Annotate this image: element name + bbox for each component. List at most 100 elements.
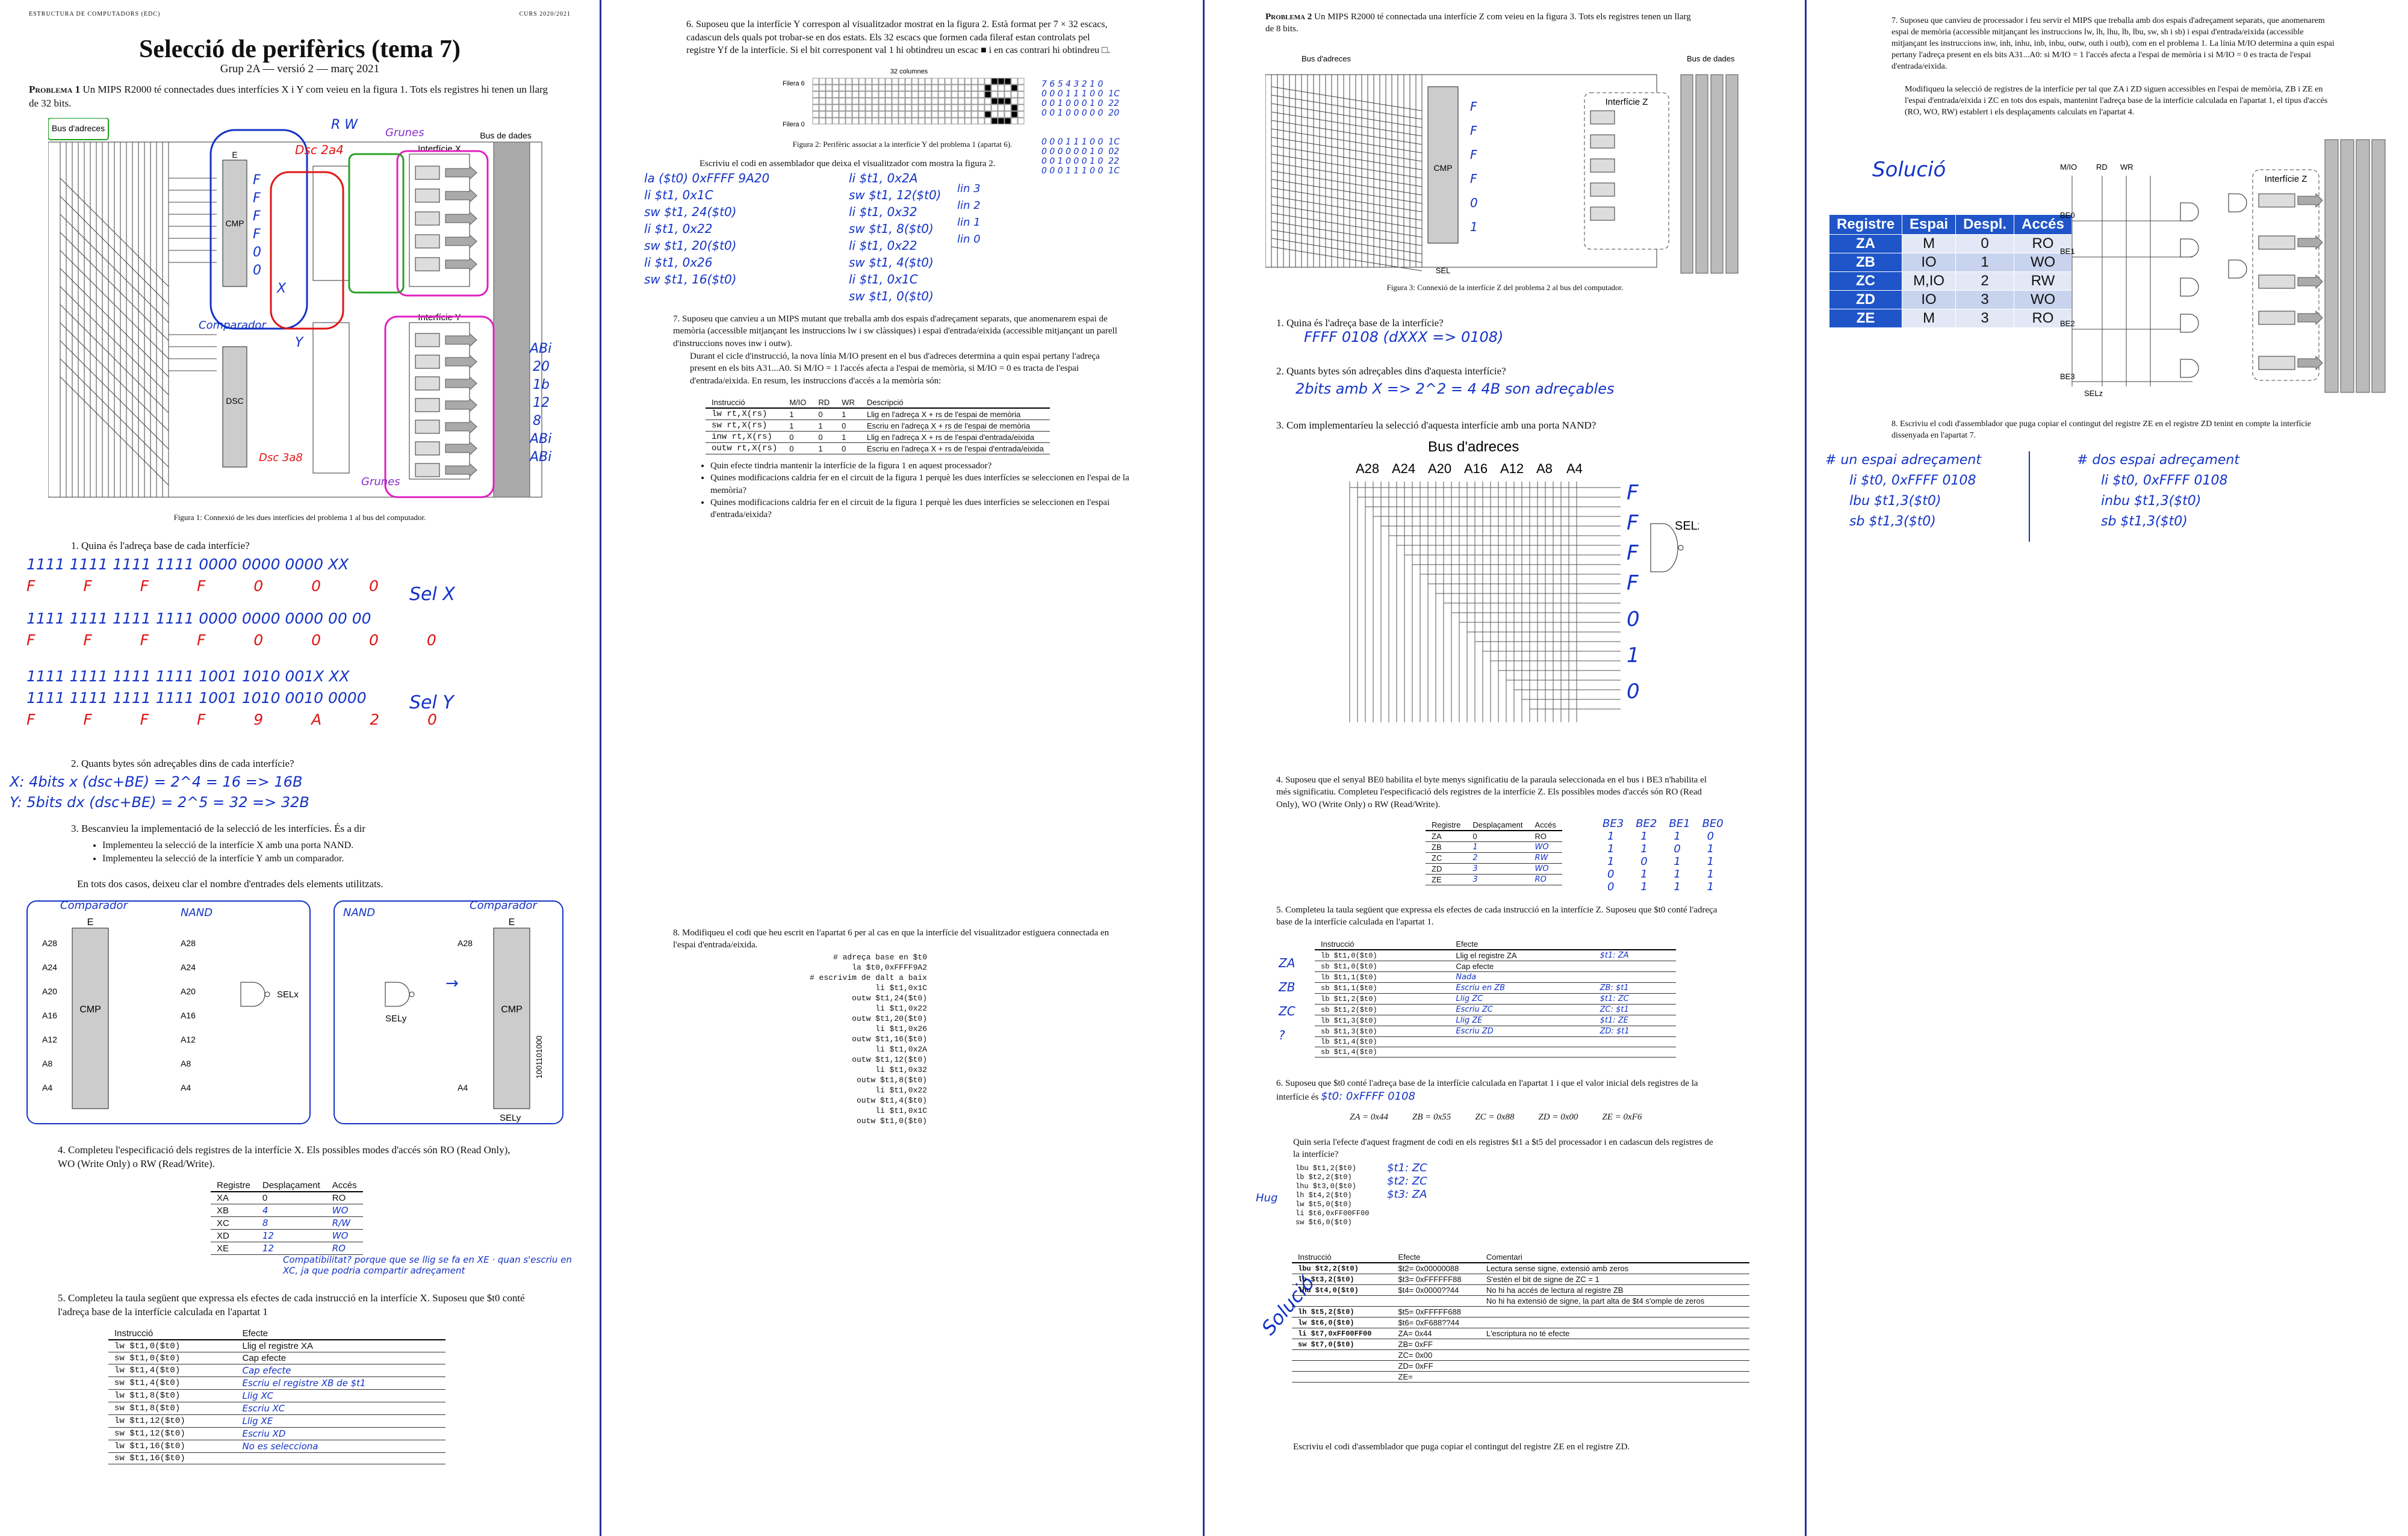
display-cell — [984, 84, 991, 91]
display-cell — [931, 91, 939, 98]
problem-heading: Problema 1 — [29, 84, 81, 95]
display-cell — [832, 117, 839, 125]
display-cell — [978, 98, 985, 105]
table-row: lb $t1,0($t0) Llig el registre ZA $t1: ZA — [1315, 950, 1676, 961]
display-cell — [1017, 98, 1025, 105]
display-cell — [872, 78, 879, 85]
question-8: 8. Modifiqueu el codi que heu escrit en … — [673, 928, 1109, 950]
display-cell — [971, 111, 978, 118]
display-cell — [1011, 98, 1018, 105]
display-cell — [964, 84, 972, 91]
svg-text:A16: A16 — [1464, 461, 1488, 476]
display-cell — [931, 104, 939, 111]
svg-text:BE1: BE1 — [2060, 247, 2075, 256]
display-cell — [1017, 84, 1025, 91]
display-cell — [951, 117, 958, 125]
question-6-marks: lin 3 lin 2 lin 1 lin 0 — [957, 182, 981, 246]
display-cell — [812, 98, 819, 105]
display-cell — [1011, 78, 1018, 85]
display-cell — [858, 104, 866, 111]
display-cell — [964, 117, 972, 125]
document-title: Selecció de perifèrics (tema 7) — [138, 36, 461, 63]
figure-1-circuit: CMP E DSC Interfície X Interfície Y Bus … — [48, 118, 554, 498]
display-cell — [911, 78, 919, 85]
svg-text:0: 0 — [1627, 607, 1640, 631]
display-cell — [885, 117, 892, 125]
display-cell — [925, 117, 932, 125]
svg-text:ABi 4: ABi 4 — [529, 432, 554, 447]
display-cell — [898, 104, 905, 111]
solucio-label-2: Solució — [1872, 158, 1946, 182]
display-cell — [812, 84, 819, 91]
display-cell — [945, 98, 952, 105]
svg-text:A28: A28 — [181, 938, 196, 948]
display-cell — [825, 91, 833, 98]
display-cell — [825, 98, 833, 105]
svg-text:NAND: NAND — [343, 906, 375, 919]
svg-text:Bus d'adreces: Bus d'adreces — [52, 123, 105, 133]
table-row: lw $t6,0($t0) $t6= 0xF688??44 — [1292, 1317, 1749, 1328]
table-row: lw $t1,4($t0) Cap efecte — [108, 1364, 445, 1377]
table-row: ZC= 0x00 — [1292, 1349, 1749, 1361]
display-cell — [978, 78, 985, 85]
display-cell — [978, 117, 985, 125]
table-row: lhu $t4,0($t0) $t4= 0x0000??44 No hi ha ac… — [1292, 1284, 1749, 1296]
p2-question-7-b: Modifiqueu la selecció de registres de l… — [1905, 85, 2328, 117]
display-cell — [978, 91, 985, 98]
svg-text:SEL: SEL — [1436, 266, 1451, 275]
question-6: 6. Suposeu que la interfície Y correspon… — [686, 19, 1110, 56]
svg-text:SELy: SELy — [385, 1014, 407, 1024]
p2-question-4-be-table: BE3 BE2 BE1 BE0 1110 1101 1011 0111 0111 — [1603, 817, 1724, 893]
p2-question-7-solution-table: Registre Espai Despl. Accés ZA M 0 RO ZB IO 1 WO … — [1828, 214, 2072, 328]
p2-question-6-values: ZA = 0x44 ZB = 0x55 ZC = 0x88 ZD = 0x00 ZE =… — [1350, 1112, 1642, 1122]
display-cell — [878, 91, 886, 98]
page-2: 6. Suposeu que la interfície Y correspon… — [602, 0, 1203, 1536]
display-cell — [984, 91, 991, 98]
table-row: ZE= — [1292, 1371, 1749, 1383]
svg-text:Bus d'adreces: Bus d'adreces — [1302, 54, 1351, 63]
svg-text:Dsc 2a4: Dsc 2a4 — [295, 143, 344, 157]
p2-question-6: 6. Suposeu que $t0 conté l'adreça base d… — [1276, 1079, 1698, 1103]
display-cell — [898, 91, 905, 98]
display-cell — [998, 78, 1005, 85]
display-cell — [898, 98, 905, 105]
display-cell — [998, 91, 1005, 98]
display-cell — [1004, 104, 1011, 111]
question-1: 1. Quina és l'adreça base de cada interf… — [71, 540, 250, 551]
svg-text:A24: A24 — [181, 962, 196, 972]
display-cell — [991, 117, 998, 125]
display-cell — [1004, 117, 1011, 125]
p2-question-3: 3. Com implementaríeu la selecció d'aque… — [1276, 420, 1597, 431]
display-cell — [951, 78, 958, 85]
display-cell — [984, 117, 991, 125]
figure-3-circuit: Bus d'adreces Bus de dades CMP SEL Inter… — [1265, 54, 1739, 275]
display-cell — [984, 111, 991, 118]
table-row: sw rt,X(rs) 1 1 0 Escriu en l'adreça X + rs … — [706, 420, 1050, 432]
table-row: lb $t3,2($t0) $t3= 0xFFFFFF88 S'estén el b… — [1292, 1274, 1749, 1285]
p2-question-5: 5. Completeu la taula següent que expres… — [1276, 905, 1718, 927]
p2-question-6-hug: Hug — [1256, 1192, 1278, 1204]
svg-text:12: 12 — [533, 395, 550, 410]
display-cell — [832, 104, 839, 111]
question-3-list: Implementeu la selecció de la interfície… — [84, 839, 560, 865]
svg-text:A8: A8 — [42, 1059, 52, 1068]
display-cell — [1004, 91, 1011, 98]
svg-text:Bus de dades: Bus de dades — [480, 131, 532, 140]
display-cell — [845, 98, 852, 105]
display-cell — [991, 111, 998, 118]
p2-question-4-table: Registre Desplaçament Accés ZA 0 RO ZB 1 WO ZC… — [1426, 820, 1562, 885]
display-cell — [845, 111, 852, 118]
display-cell — [951, 111, 958, 118]
display-cell — [925, 84, 932, 91]
svg-text:0: 0 — [1470, 196, 1478, 210]
display-cell — [918, 91, 925, 98]
display-cell — [958, 91, 965, 98]
display-cell — [925, 78, 932, 85]
display-cell — [845, 84, 852, 91]
display-cell — [825, 78, 833, 85]
page-4: 7. Suposeu que canvieu de processador i … — [1807, 0, 2408, 1536]
display-cell — [964, 98, 972, 105]
display-cell — [878, 104, 886, 111]
display-cell — [998, 104, 1005, 111]
figure-2-display: 32 columnes Filera 6 Filera 0 — [783, 68, 1025, 128]
